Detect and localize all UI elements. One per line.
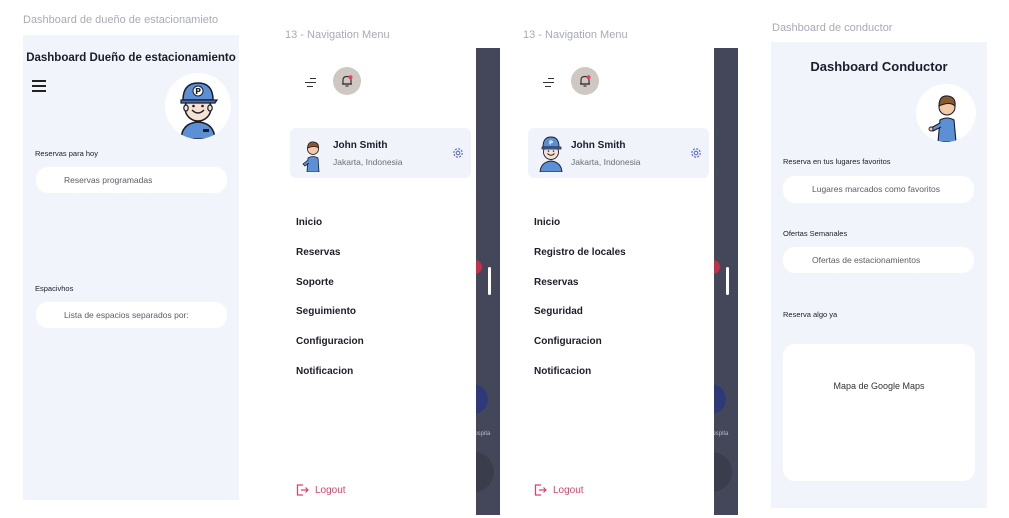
logout-button[interactable]: Logout [534, 484, 584, 496]
section-label-today: Reservas para hoy [35, 149, 98, 158]
menu-item-seguimiento[interactable]: Seguimiento [296, 305, 364, 335]
svg-text:P: P [549, 141, 553, 147]
svg-text:P: P [195, 87, 201, 96]
user-profile-card[interactable]: John Smith Jakarta, Indonesia [290, 128, 471, 178]
logout-button[interactable]: Logout [296, 484, 346, 496]
bell-icon[interactable] [571, 67, 599, 95]
page-title: Dashboard Dueño de estacionamiento [26, 52, 236, 64]
avatar [916, 84, 976, 142]
menu-item-inicio[interactable]: Inicio [534, 216, 626, 246]
frame-label-driver: Dashboard de conductor [772, 22, 893, 34]
menu-icon[interactable] [305, 78, 316, 87]
favorites-button[interactable]: Lugares marcados como favoritos [783, 176, 974, 203]
frame-label-nav-2: 13 - Navigation Menu [523, 29, 628, 41]
frame-label-nav-1: 13 - Navigation Menu [285, 29, 390, 41]
user-name: John Smith [333, 140, 388, 151]
logout-icon [534, 484, 547, 496]
scrollbar[interactable] [488, 267, 491, 295]
nav-menu: Inicio Reservas Soporte Seguimiento Conf… [296, 216, 364, 395]
section-label-book: Reserva algo ya [783, 310, 838, 319]
avatar: P [165, 73, 231, 139]
drawer-panel: John Smith Jakarta, Indonesia Inicio Res… [285, 48, 476, 515]
menu-item-registro-de-locales[interactable]: Registro de locales [534, 246, 626, 276]
menu-item-seguridad[interactable]: Seguridad [534, 305, 626, 335]
section-label-favorites: Reserva en tus lugares favoritos [783, 157, 891, 166]
user-profile-card[interactable]: P John Smith Jakarta, Indonesia [528, 128, 709, 178]
user-location: Jakarta, Indonesia [571, 157, 641, 167]
offers-button[interactable]: Ofertas de estacionamientos [783, 247, 974, 273]
menu-icon[interactable] [543, 78, 554, 87]
nav-menu: Inicio Registro de locales Reservas Segu… [534, 216, 626, 395]
map-label: Mapa de Google Maps [833, 381, 925, 391]
navigation-menu-frame: Hospita John Smith Jakarta, Indonesia In… [285, 48, 500, 515]
avatar [295, 134, 331, 173]
logout-icon [296, 484, 309, 496]
avatar: P [533, 134, 569, 173]
menu-item-soporte[interactable]: Soporte [296, 276, 364, 306]
spaces-list-button[interactable]: Lista de espacios separados por: [36, 302, 227, 328]
gear-icon[interactable] [690, 146, 702, 164]
page-title: Dashboard Conductor [810, 59, 948, 74]
user-location: Jakarta, Indonesia [333, 157, 403, 167]
logout-label: Logout [553, 484, 584, 496]
scheduled-reservations-button[interactable]: Reservas programadas [36, 167, 227, 193]
menu-item-reservas[interactable]: Reservas [296, 246, 364, 276]
section-label-offers: Ofertas Semanales [783, 229, 848, 238]
bell-icon[interactable] [333, 67, 361, 95]
section-label-spaces: Espacivhos [35, 284, 74, 293]
driver-dashboard-frame: Dashboard Conductor Reserva en tus lugar… [771, 42, 987, 508]
hamburger-icon[interactable] [32, 80, 46, 92]
navigation-menu-frame-owner: Hospita P John Smith Jakarta, Indonesia … [523, 48, 738, 515]
menu-item-reservas[interactable]: Reservas [534, 276, 626, 306]
menu-item-configuracion[interactable]: Configuracion [296, 335, 364, 365]
scrollbar[interactable] [726, 267, 729, 295]
menu-item-inicio[interactable]: Inicio [296, 216, 364, 246]
gear-icon[interactable] [452, 146, 464, 164]
user-name: John Smith [571, 140, 626, 151]
logout-label: Logout [315, 484, 346, 496]
owner-dashboard-frame: Dashboard Dueño de estacionamiento P Res… [23, 35, 239, 500]
menu-item-notificacion[interactable]: Notificacion [296, 365, 364, 395]
menu-item-configuracion[interactable]: Configuracion [534, 335, 626, 365]
frame-label-owner: Dashboard de dueño de estacionamieto [23, 14, 219, 26]
map-card[interactable]: Mapa de Google Maps [783, 344, 975, 481]
menu-item-notificacion[interactable]: Notificacion [534, 365, 626, 395]
drawer-panel: P John Smith Jakarta, Indonesia Inicio R… [523, 48, 714, 515]
